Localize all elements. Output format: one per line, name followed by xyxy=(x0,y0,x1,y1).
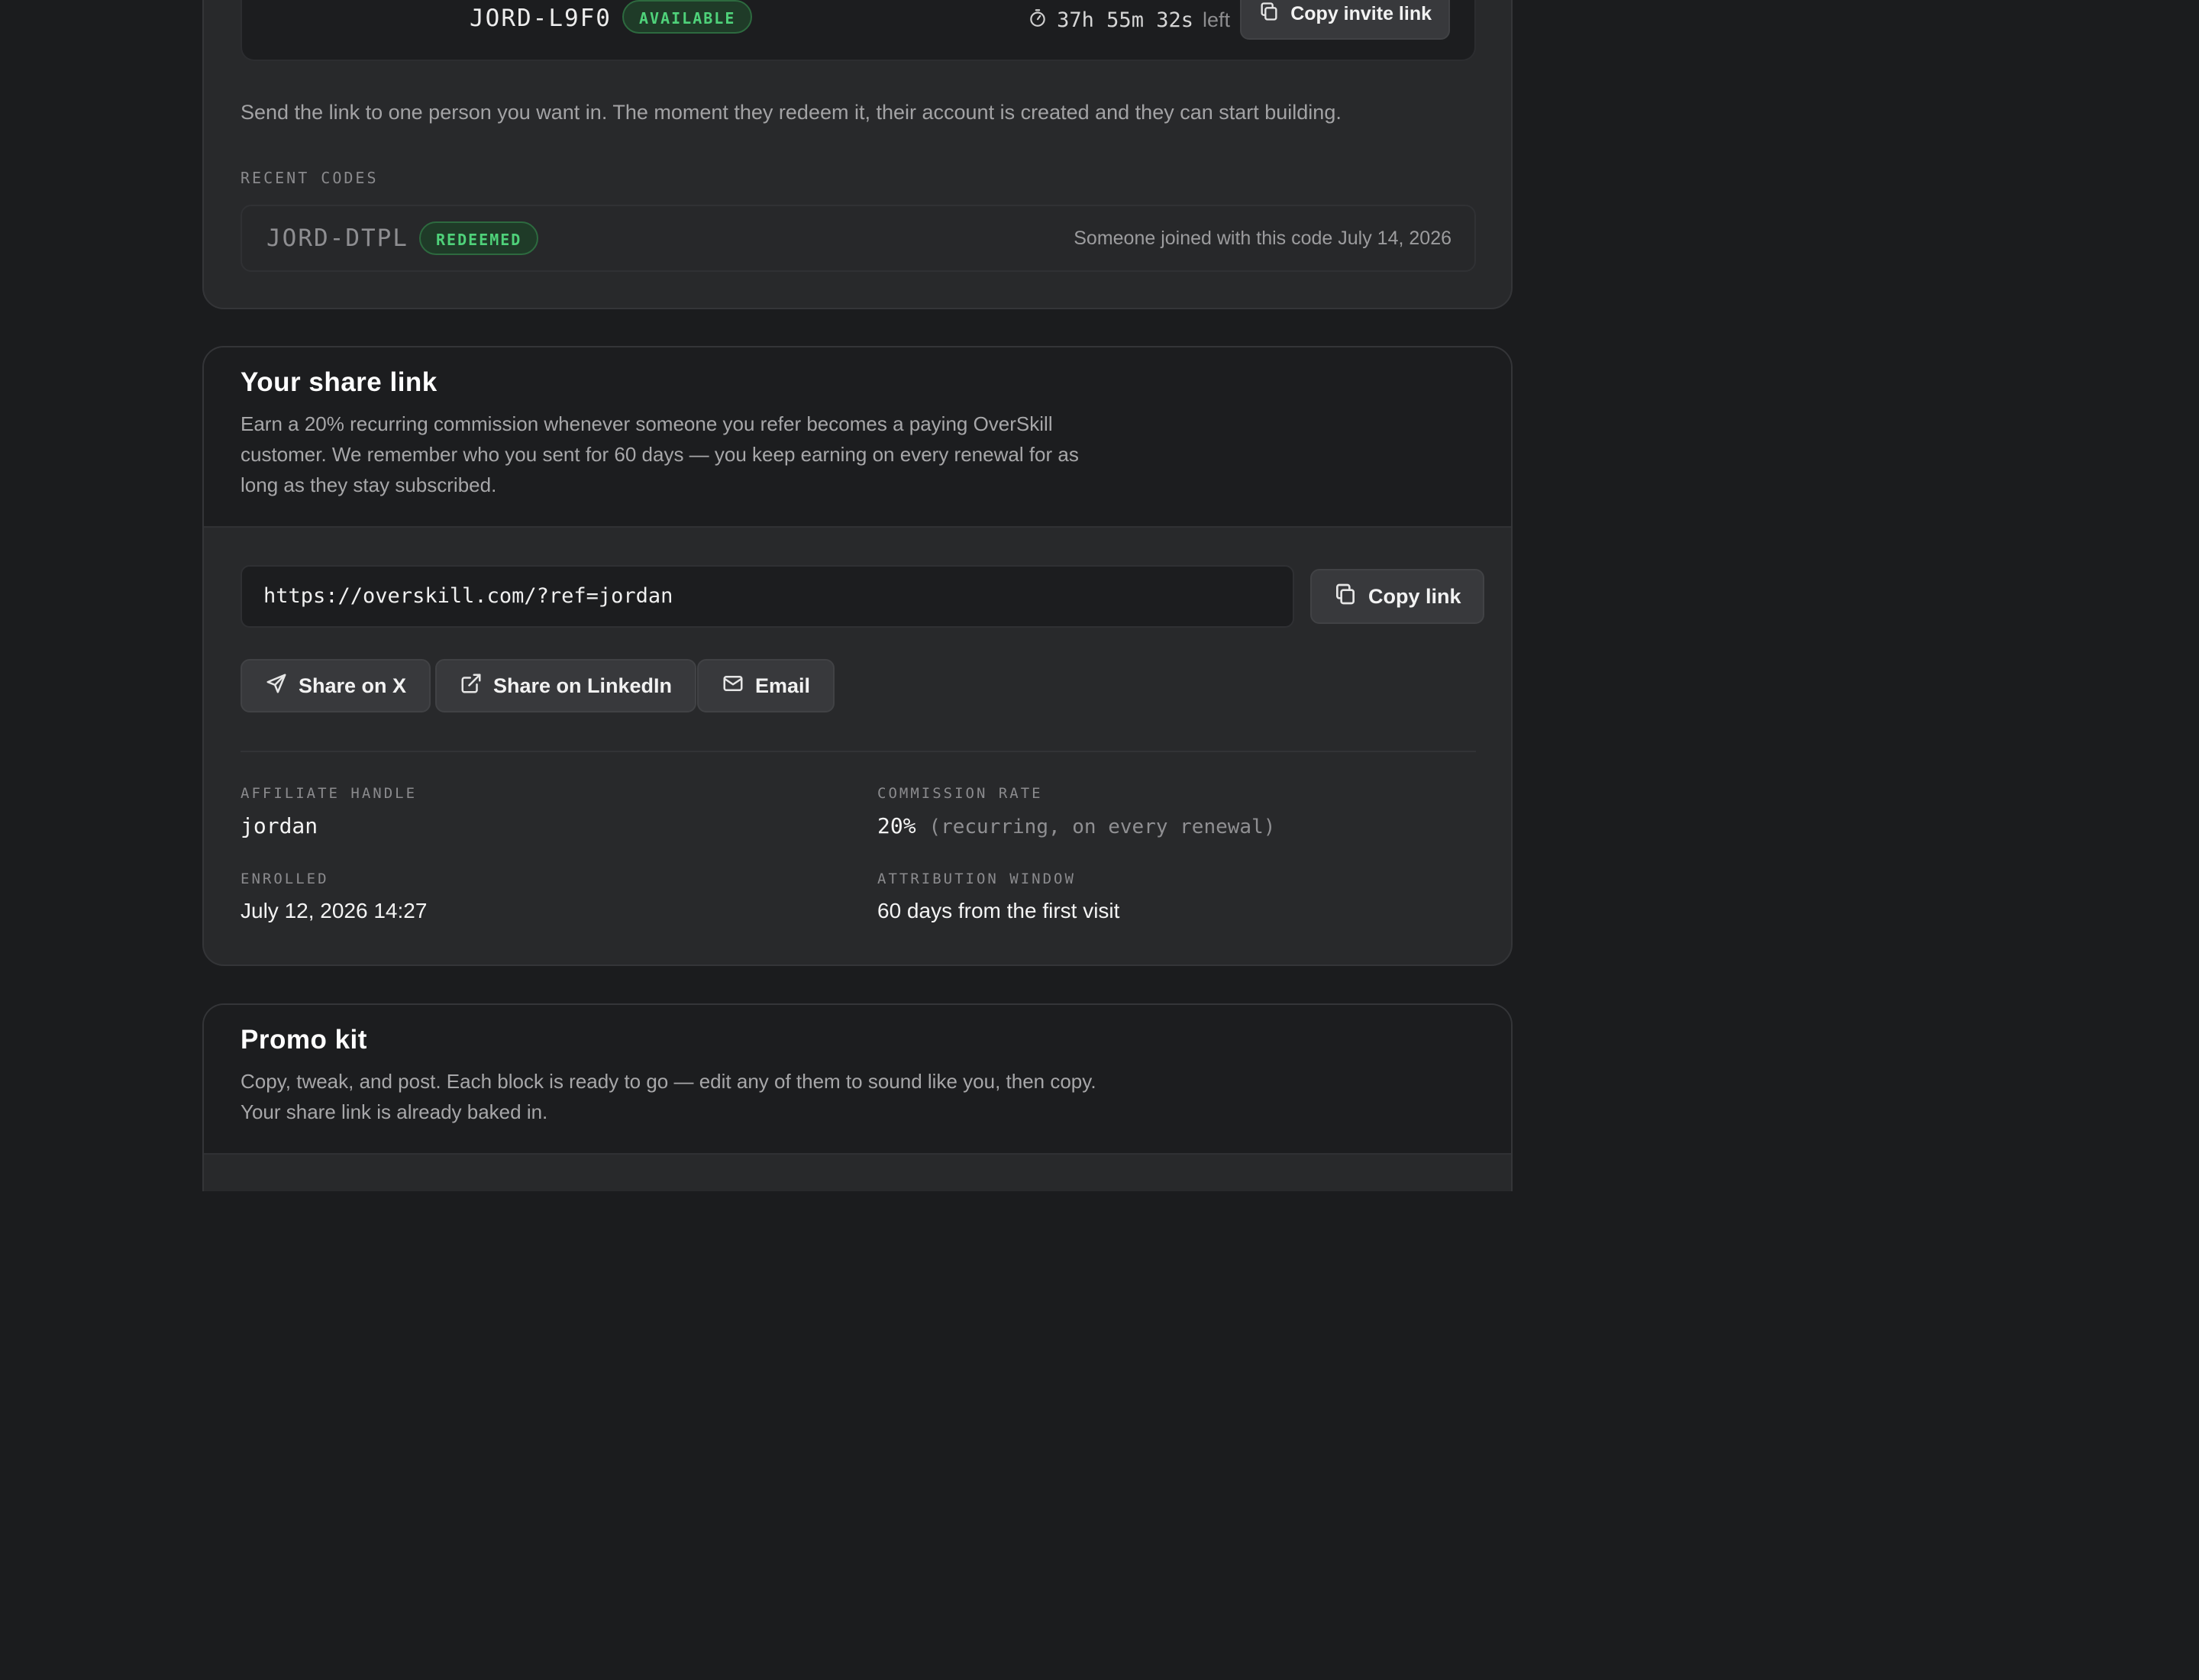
send-icon xyxy=(265,672,288,700)
mail-icon xyxy=(722,672,744,700)
commission-rate-value: 20% (recurring, on every renewal) xyxy=(877,813,1275,838)
promo-description-line: Your share link is already baked in. xyxy=(241,1100,548,1123)
timer-suffix: left xyxy=(1202,8,1230,31)
promo-kit-card: Promo kit Copy, tweak, and post. Each bl… xyxy=(202,1003,1513,1191)
affiliate-handle-value: jordan xyxy=(241,813,318,838)
attribution-window-label: ATTRIBUTION WINDOW xyxy=(877,871,1076,887)
share-card-description: Earn a 20% recurring commission whenever… xyxy=(241,409,1079,500)
share-description-line: long as they stay subscribed. xyxy=(241,473,497,496)
affiliate-handle-label: AFFILIATE HANDLE xyxy=(241,785,418,802)
share-on-x-label: Share on X xyxy=(299,674,407,697)
external-link-icon xyxy=(460,672,483,700)
copy-icon xyxy=(1258,1,1280,27)
recent-codes-label: RECENT CODES xyxy=(241,169,379,187)
share-description-line: customer. We remember who you sent for 6… xyxy=(241,443,1079,466)
available-badge: AVAILABLE xyxy=(622,0,753,34)
commission-rate-percent: 20% xyxy=(877,813,916,838)
invite-card: JORD-L9F0 AVAILABLE 37h 55m 32s left Cop… xyxy=(202,0,1513,309)
active-invite-code: JORD-L9F0 xyxy=(470,5,612,32)
share-url-field[interactable]: https://overskill.com/?ref=jordan xyxy=(241,565,1294,628)
share-description-line: Earn a 20% recurring commission whenever… xyxy=(241,412,1053,435)
invite-timer: 37h 55m 32s left xyxy=(1028,8,1230,33)
share-on-linkedin-label: Share on LinkedIn xyxy=(493,674,673,697)
promo-card-header: Promo kit Copy, tweak, and post. Each bl… xyxy=(204,1005,1511,1155)
recent-code: JORD-DTPL xyxy=(266,225,408,252)
enrolled-value: July 12, 2026 14:27 xyxy=(241,899,428,922)
email-label: Email xyxy=(755,674,811,697)
share-divider xyxy=(241,751,1476,752)
attribution-window-value: 60 days from the first visit xyxy=(877,899,1120,922)
recent-code-note: Someone joined with this code July 14, 2… xyxy=(1074,228,1451,249)
recent-code-row: JORD-DTPL REDEEMED Someone joined with t… xyxy=(241,205,1476,272)
commission-rate-label: COMMISSION RATE xyxy=(877,785,1043,802)
active-invite-code-box: JORD-L9F0 AVAILABLE 37h 55m 32s left Cop… xyxy=(241,0,1476,61)
timer-value: 37h 55m 32s xyxy=(1057,8,1193,32)
enrolled-label: ENROLLED xyxy=(241,871,329,887)
copy-link-label: Copy link xyxy=(1368,584,1461,608)
share-link-card: Your share link Earn a 20% recurring com… xyxy=(202,346,1513,966)
share-card-title: Your share link xyxy=(241,367,438,397)
email-button[interactable]: Email xyxy=(697,659,835,712)
commission-rate-note: (recurring, on every renewal) xyxy=(928,816,1276,838)
stopwatch-icon xyxy=(1028,8,1048,33)
share-card-header: Your share link Earn a 20% recurring com… xyxy=(204,347,1511,528)
promo-description-line: Copy, tweak, and post. Each block is rea… xyxy=(241,1070,1096,1093)
copy-link-button[interactable]: Copy link xyxy=(1310,569,1484,624)
copy-invite-link-button[interactable]: Copy invite link xyxy=(1240,0,1450,40)
redeemed-badge: REDEEMED xyxy=(419,221,539,255)
promo-card-title: Promo kit xyxy=(241,1025,367,1055)
copy-invite-link-label: Copy invite link xyxy=(1290,2,1432,24)
promo-card-description: Copy, tweak, and post. Each block is rea… xyxy=(241,1066,1096,1127)
share-on-linkedin-button[interactable]: Share on LinkedIn xyxy=(435,659,697,712)
share-on-x-button[interactable]: Share on X xyxy=(241,659,431,712)
invite-description: Send the link to one person you want in.… xyxy=(241,101,1342,124)
copy-icon xyxy=(1333,582,1358,612)
